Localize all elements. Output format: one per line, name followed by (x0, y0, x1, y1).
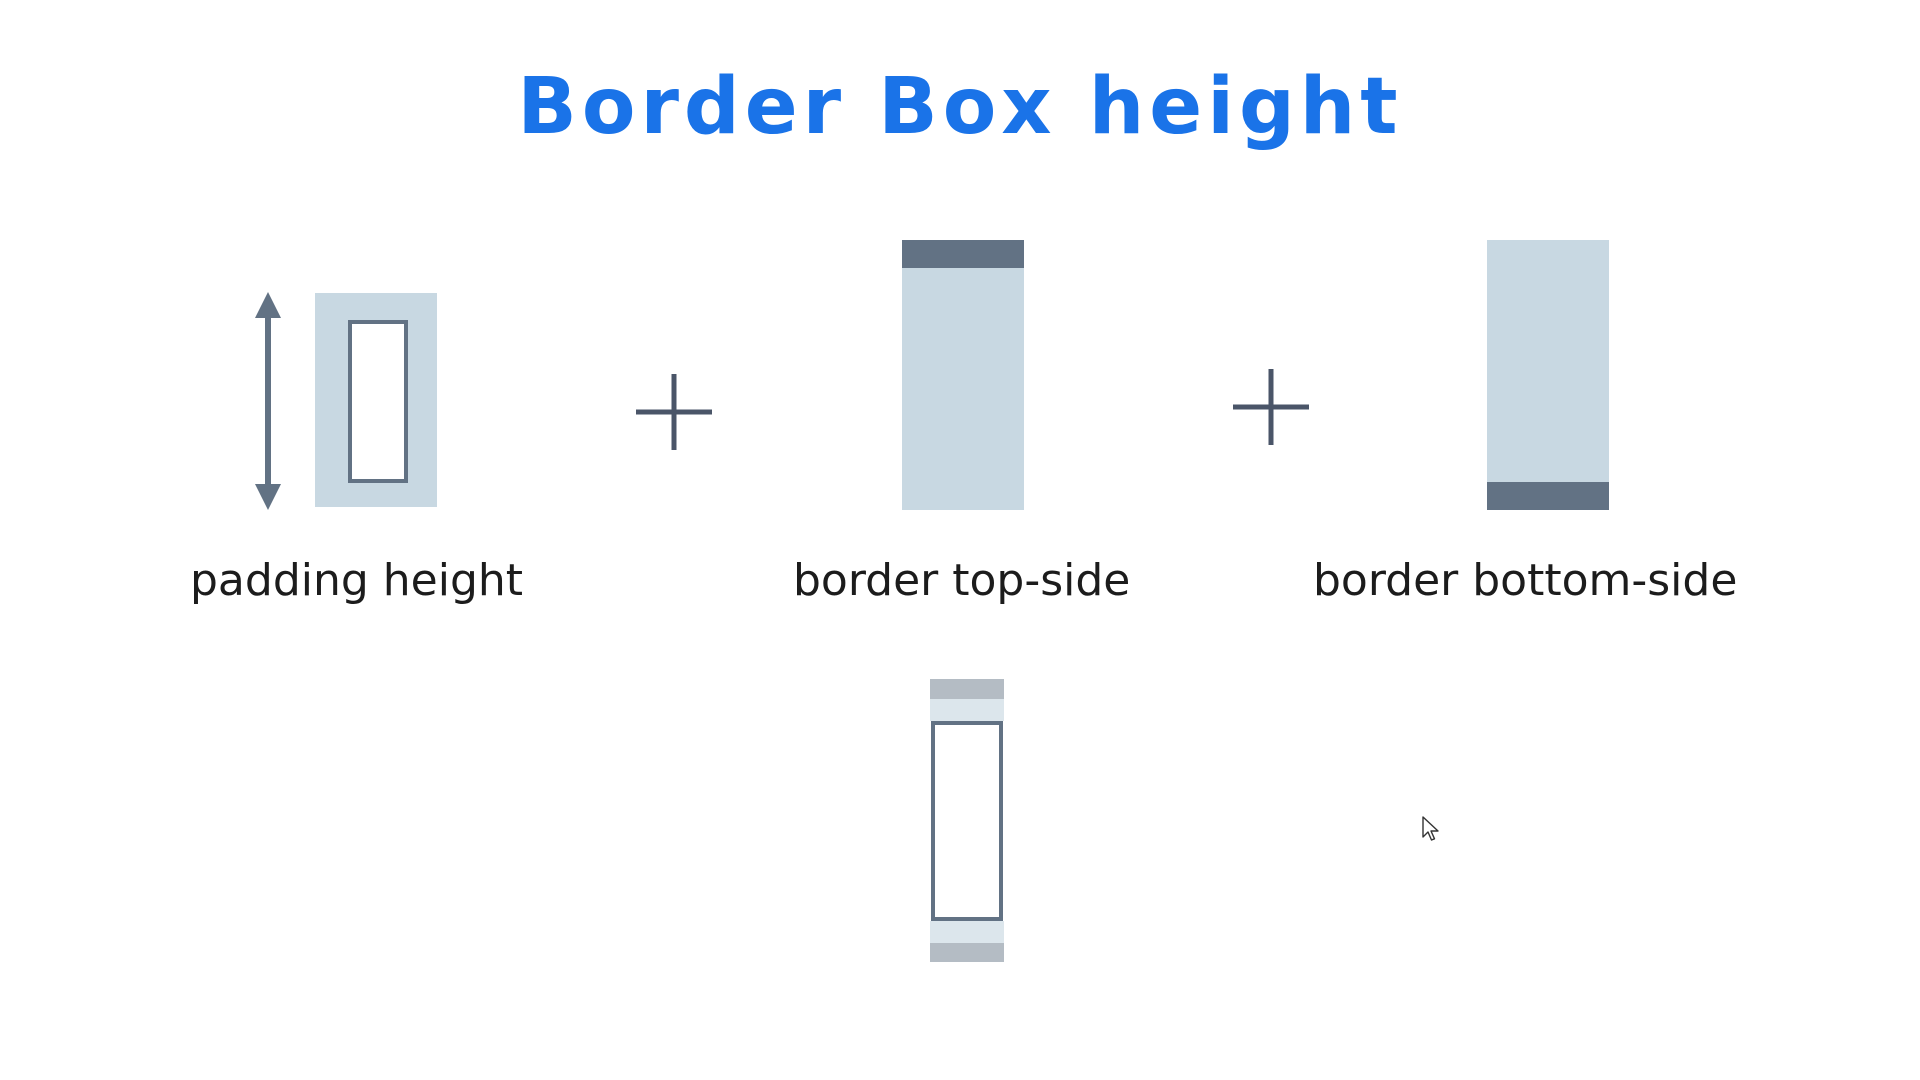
result-border-bottom (930, 943, 1004, 962)
result-padding-top (930, 699, 1004, 721)
vertical-double-arrow-icon (255, 292, 281, 510)
slide: Border Box height padding height border … (0, 0, 1920, 1080)
result-content-outline (931, 721, 1003, 921)
border-top-side-label: border top-side (793, 555, 1131, 606)
content-box-outline (348, 320, 408, 483)
mouse-pointer-icon (1422, 816, 1439, 841)
padding-height-label: padding height (190, 555, 524, 606)
slide-title: Border Box height (517, 62, 1403, 152)
result-border-top (930, 679, 1004, 699)
result-border-box (930, 679, 1004, 962)
plus-icon (1233, 369, 1309, 445)
border-bottom-strip (1487, 482, 1609, 510)
border-top-strip (902, 240, 1024, 268)
result-padding-bottom (930, 921, 1004, 943)
border-bottom-box (1487, 240, 1609, 510)
plus-icon (636, 374, 712, 450)
border-bottom-side-label: border bottom-side (1313, 555, 1738, 606)
border-top-box (902, 240, 1024, 510)
